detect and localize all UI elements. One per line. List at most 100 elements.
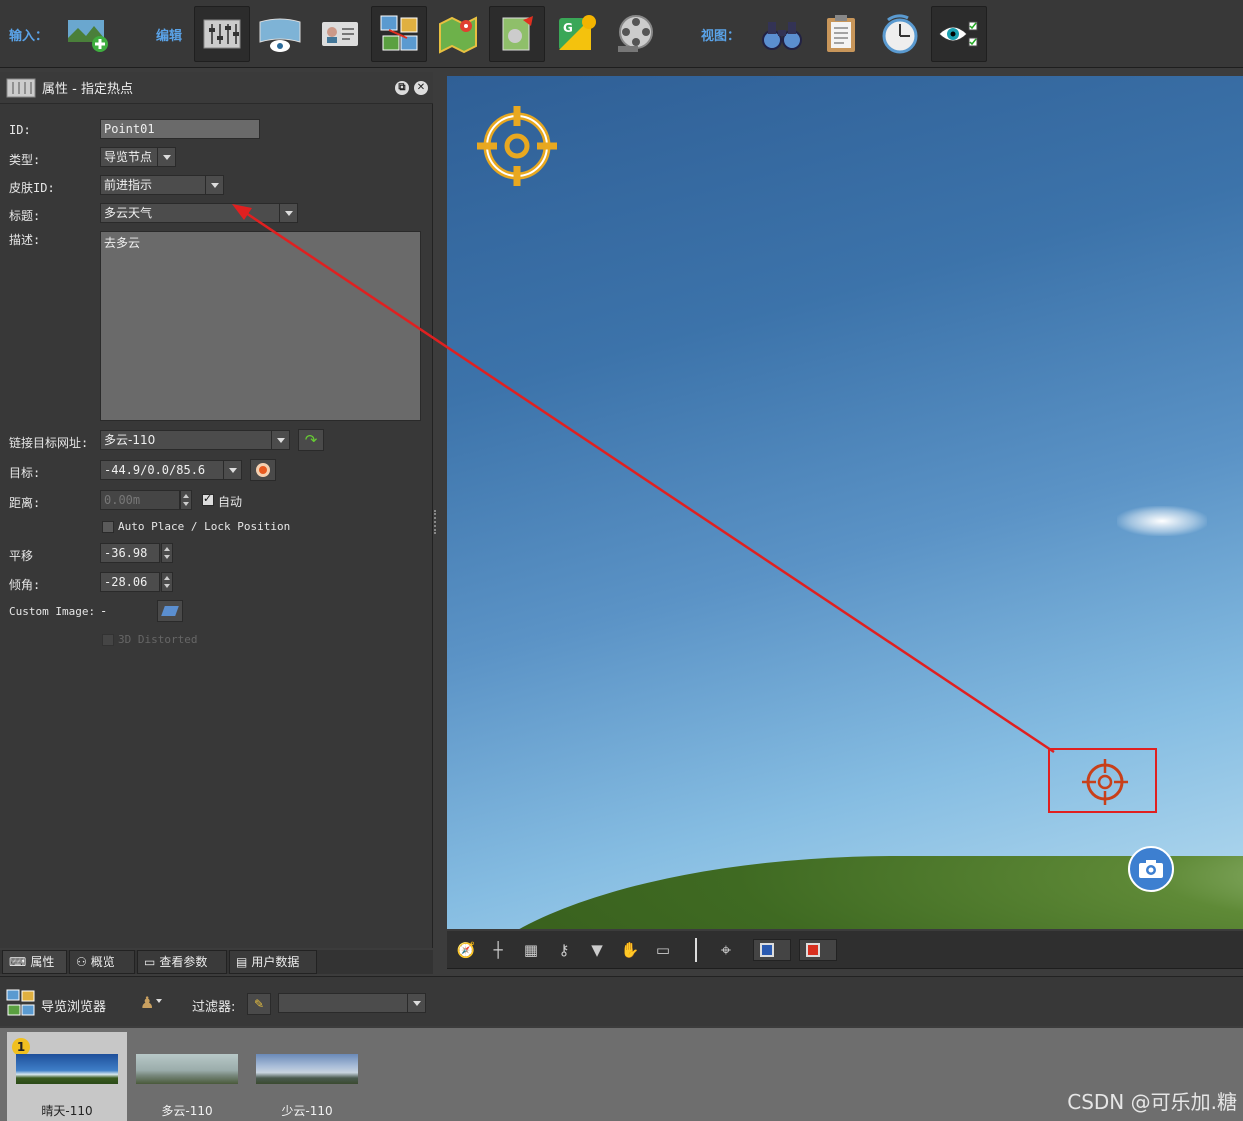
highlight-box <box>1048 748 1157 813</box>
hand-icon[interactable]: ✋ <box>619 939 641 961</box>
pick-target-button[interactable] <box>250 459 276 481</box>
id-card-icon <box>322 22 358 46</box>
title-select[interactable]: 多云天气 <box>100 203 298 223</box>
auto-place-label: Auto Place / Lock Position <box>118 520 291 533</box>
google-maps-button[interactable]: G <box>549 6 605 62</box>
user-data-button[interactable] <box>312 6 368 62</box>
panorama-thumbnail[interactable]: 多云-110 <box>127 1032 247 1121</box>
properties-button[interactable] <box>194 6 250 62</box>
target-select[interactable]: -44.9/0.0/85.6 <box>100 460 242 480</box>
filter-edit-button[interactable]: ✎ <box>247 993 271 1015</box>
eye-check-icon <box>938 21 978 47</box>
map-icon <box>439 16 477 54</box>
thumbnail-image <box>256 1054 358 1084</box>
tour-pictures-icon <box>380 15 418 51</box>
id-card-icon: ▤ <box>236 955 248 969</box>
skin-id-select[interactable]: 前进指示 <box>100 175 224 195</box>
tilt-stepper[interactable] <box>161 572 173 592</box>
video-button[interactable] <box>608 6 664 62</box>
panorama-viewport[interactable] <box>447 76 1243 929</box>
tilt-field[interactable]: -28.06 <box>100 572 160 592</box>
pan-stepper[interactable] <box>161 543 173 563</box>
map-button[interactable] <box>430 6 486 62</box>
description-label: 描述: <box>9 233 41 247</box>
clipboard-icon <box>827 15 855 52</box>
browse-image-button[interactable] <box>157 600 183 622</box>
view-cone-icon[interactable]: ▼ <box>586 939 608 961</box>
tab-user-data[interactable]: ▤ 用户数据 <box>229 950 317 974</box>
panel-title: 属性 - 指定热点 <box>42 82 133 97</box>
red-color-button[interactable] <box>799 939 837 961</box>
grid-icon[interactable]: ▦ <box>520 939 542 961</box>
panorama-thumbnail[interactable]: 少云-110 <box>247 1032 367 1121</box>
compass-icon[interactable]: 🧭 <box>455 939 477 961</box>
timer-button[interactable] <box>872 6 928 62</box>
tab-view-params-label: 查看参数 <box>159 955 208 969</box>
blue-swatch-icon <box>760 943 774 957</box>
filter-select[interactable] <box>278 993 426 1013</box>
distorted-checkbox[interactable] <box>102 634 114 646</box>
description-textarea[interactable]: 去多云 <box>100 231 421 421</box>
camera-button[interactable] <box>1128 846 1174 892</box>
hotspot-mode-icon[interactable]: ⌖ <box>715 939 737 961</box>
stamp-icon[interactable]: ♟ <box>140 993 154 1012</box>
float-panel-icon[interactable]: ⧉ <box>395 81 409 95</box>
ground-horizon <box>447 856 1243 929</box>
thumbnail-caption: 多云-110 <box>161 1104 213 1118</box>
tab-view-params[interactable]: ▭ 查看参数 <box>137 950 227 974</box>
key-icon[interactable]: ⚷ <box>553 939 575 961</box>
blue-color-button[interactable] <box>753 939 791 961</box>
tab-properties[interactable]: ⌨ 属性 <box>2 950 67 974</box>
properties-panel: 属性 - 指定热点 ⧉ ✕ ID: Point01 类型: 导览节点 皮肤ID:… <box>0 72 433 948</box>
panel-header: 属性 - 指定热点 ⧉ ✕ <box>0 72 433 104</box>
monitor-icon: ▭ <box>144 955 156 969</box>
chevron-down-icon <box>407 994 425 1012</box>
redo-arrow-icon: ↷ <box>304 431 318 449</box>
type-select[interactable]: 导览节点 <box>100 147 176 167</box>
link-target-select[interactable]: 多云-110 <box>100 430 290 450</box>
panorama-eye-icon <box>259 18 301 52</box>
add-panorama-icon <box>68 20 108 52</box>
pan-field[interactable]: -36.98 <box>100 543 160 563</box>
go-to-target-button[interactable]: ↷ <box>298 429 324 451</box>
id-field[interactable]: Point01 <box>100 119 260 139</box>
distance-field[interactable]: 0.00m <box>100 490 180 510</box>
add-panorama-button[interactable] <box>60 6 116 62</box>
chevron-down-icon <box>205 176 223 194</box>
pan-label: 平移 <box>9 549 34 563</box>
viewer-toolbar: 🧭 ┼ ▦ ⚷ ▼ ✋ ▭ ⌖ <box>447 931 1243 969</box>
chevron-down-icon <box>157 148 175 166</box>
panorama-strip: 1 晴天-110 多云-110 少云-110 CSDN @可乐加.糖 <box>0 1028 1243 1121</box>
distance-stepper[interactable] <box>180 490 192 510</box>
pencil-icon: ✎ <box>253 997 265 1011</box>
watermark: CSDN @可乐加.糖 <box>1067 1090 1237 1114</box>
skin-icon <box>502 16 533 51</box>
auto-checkbox[interactable] <box>202 492 214 506</box>
binoculars-button[interactable] <box>754 6 810 62</box>
close-icon[interactable]: ✕ <box>414 81 428 95</box>
link-target-label: 链接目标网址: <box>9 436 89 450</box>
distorted-label: 3D Distorted <box>118 633 198 646</box>
eye-check-button[interactable] <box>931 6 987 62</box>
tour-browser-button[interactable] <box>371 6 427 62</box>
target-value: -44.9/0.0/85.6 <box>104 463 206 477</box>
panorama-view-button[interactable] <box>252 6 308 62</box>
panorama-icon[interactable]: ▭ <box>652 939 674 961</box>
splitter-handle[interactable] <box>434 510 438 534</box>
type-value: 导览节点 <box>104 150 153 164</box>
tab-user-data-label: 用户数据 <box>251 955 300 969</box>
chevron-down-icon[interactable] <box>156 999 162 1003</box>
crosshair-line-icon[interactable]: ┼ <box>487 939 509 961</box>
red-swatch-icon <box>806 943 820 957</box>
timer-icon <box>882 14 918 54</box>
tab-overview[interactable]: ⚇ 概览 <box>69 950 135 974</box>
folder-icon <box>161 606 179 616</box>
auto-place-checkbox[interactable] <box>102 521 114 533</box>
clipboard-button[interactable] <box>813 6 869 62</box>
panorama-thumbnail[interactable]: 1 晴天-110 <box>7 1032 127 1121</box>
edit-section-label: 编辑 <box>156 29 183 44</box>
hotspot-crosshair-icon[interactable] <box>477 106 557 186</box>
skin-button[interactable] <box>489 6 545 62</box>
tilt-label: 倾角: <box>9 578 41 592</box>
tour-pictures-icon <box>6 989 35 1016</box>
